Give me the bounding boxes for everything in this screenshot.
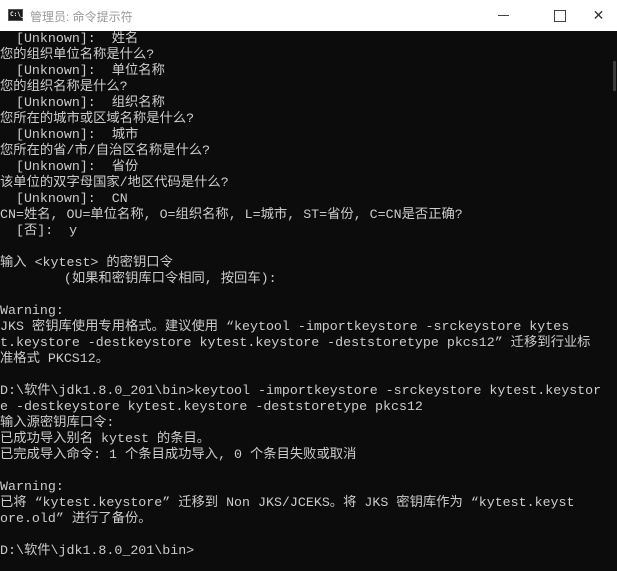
console-line: e -destkeystore kytest.keystore -deststo… [0,399,423,414]
scrollbar-thumb[interactable] [613,61,616,91]
console-line: [Unknown]: CN [0,191,128,206]
console-line: t.keystore -destkeystore kytest.keystore… [0,335,591,350]
minimize-button[interactable] [480,0,526,31]
console-output[interactable]: [Unknown]: 姓名 您的组织单位名称是什么? [Unknown]: 单位名… [0,31,610,571]
console-line: [Unknown]: 城市 [0,127,139,142]
maximize-icon [554,9,566,22]
console-line: 您所在的省/市/自治区名称是什么? [0,143,211,158]
console-line: [Unknown]: 省份 [0,159,139,174]
console-line: (如果和密钥库口令相同, 按回车): [0,271,277,286]
console-line: CN=姓名, OU=单位名称, O=组织名称, L=城市, ST=省份, C=C… [0,207,463,222]
console-line: [Unknown]: 组织名称 [0,95,165,110]
console-line: 您的组织名称是什么? [0,79,128,94]
cmd-app-icon: C:\_ [8,9,24,21]
console-line: 输入 <kytest> 的密钥口令 [0,255,173,270]
console-line: D:\软件\jdk1.8.0_201\bin>keytool -importke… [0,383,602,398]
console-line: [Unknown]: 单位名称 [0,63,165,78]
maximize-button[interactable] [537,0,583,31]
console-line: 已完成导入命令: 1 个条目成功导入, 0 个条目失败或取消 [0,447,357,462]
console-line: [否]: y [0,223,78,238]
console-line: 已将 “kytest.keystore” 迁移到 Non JKS/JCEKS。将… [0,495,575,510]
close-icon: ✕ [592,7,605,24]
console-line: D:\软件\jdk1.8.0_201\bin> [0,543,195,558]
console-line: 输入源密钥库口令: [0,415,115,430]
vertical-scrollbar[interactable] [611,31,617,571]
console-line: 准格式 PKCS12。 [0,351,110,366]
title-bar[interactable]: C:\_ 管理员: 命令提示符 ✕ [0,0,617,31]
window-title: 管理员: 命令提示符 [30,10,133,24]
console-line: Warning: [0,479,64,494]
console-line: 您的组织单位名称是什么? [0,47,155,62]
console-line: JKS 密钥库使用专用格式。建议使用 “keytool -importkeyst… [0,319,570,334]
console-line: 已成功导入别名 kytest 的条目。 [0,431,211,446]
minimize-icon [497,15,509,16]
console-line: ore.old” 进行了备份。 [0,511,152,526]
console-line: Warning: [0,303,64,318]
close-button[interactable]: ✕ [580,0,617,31]
console-line: [Unknown]: 姓名 [0,31,139,46]
console-line: 该单位的双字母国家/地区代码是什么? [0,175,229,190]
console-line: 您所在的城市或区域名称是什么? [0,111,195,126]
